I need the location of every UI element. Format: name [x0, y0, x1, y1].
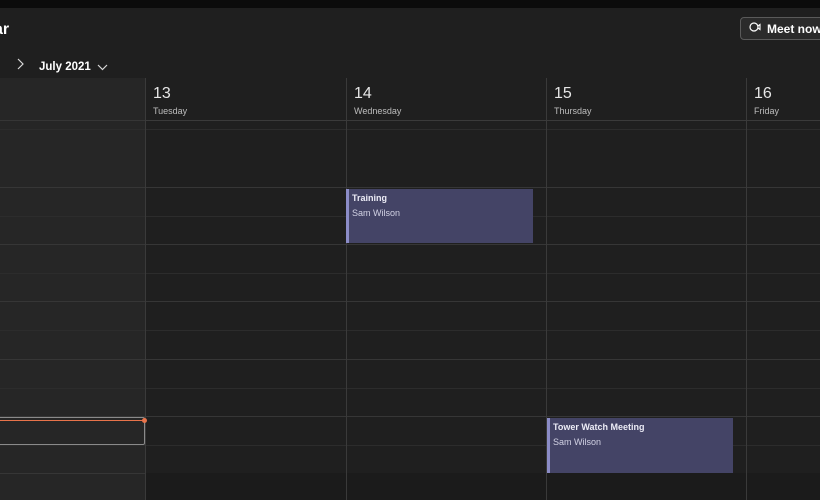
month-picker[interactable]: July 2021: [39, 58, 108, 76]
day-number: 15: [554, 85, 572, 102]
day-header: 16 Friday: [747, 78, 820, 121]
video-camera-icon: [749, 20, 761, 38]
month-label: July 2021: [39, 61, 91, 73]
meet-now-label: Meet now: [767, 21, 820, 36]
calendar-header: ar Meet now July 2021: [0, 8, 820, 78]
selected-time-slot[interactable]: [0, 417, 145, 445]
day-column-14[interactable]: 14 Wednesday: [346, 78, 546, 500]
day-number: 13: [153, 85, 171, 102]
day-number: 16: [754, 85, 772, 102]
page-title: ar: [0, 21, 10, 38]
current-time-dot: [142, 418, 147, 423]
event-organizer: Sam Wilson: [553, 437, 602, 447]
day-name: Thursday: [554, 106, 592, 116]
day-column-16[interactable]: 16 Friday: [746, 78, 820, 500]
current-time-line: [0, 420, 145, 421]
day-column-13[interactable]: 13 Tuesday: [145, 78, 346, 500]
next-week-button[interactable]: [14, 57, 26, 71]
event-organizer: Sam Wilson: [352, 208, 401, 218]
day-number: 14: [354, 85, 372, 102]
day-name: Friday: [754, 106, 780, 116]
day-name: Tuesday: [153, 106, 188, 116]
meet-now-button[interactable]: Meet now: [740, 17, 820, 40]
calendar-event[interactable]: Tower Watch Meeting Sam Wilson: [547, 418, 733, 473]
day-header: 13 Tuesday: [146, 78, 346, 121]
chevron-right-icon: [14, 58, 26, 75]
calendar-event[interactable]: Training Sam Wilson: [346, 189, 533, 243]
event-title: Tower Watch Meeting: [553, 422, 645, 432]
day-header: 14 Wednesday: [347, 78, 546, 121]
chevron-down-icon: [97, 58, 108, 76]
window-top-strip: [0, 0, 820, 8]
event-title: Training: [352, 193, 388, 203]
day-header: 15 Thursday: [547, 78, 746, 121]
day-name: Wednesday: [354, 106, 402, 116]
calendar-grid: 13 Tuesday 14 Wednesday 15 Thursday 16 F…: [0, 78, 820, 500]
